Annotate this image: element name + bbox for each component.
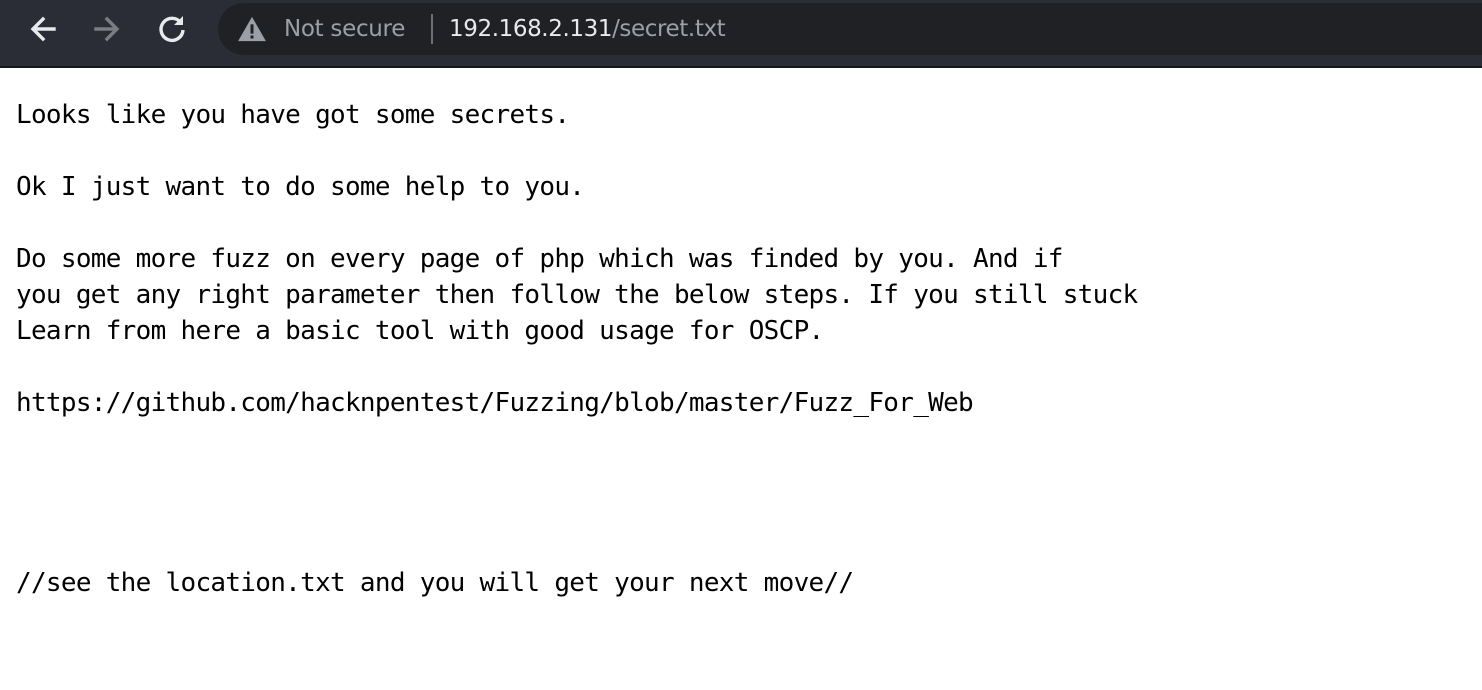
reload-button[interactable] [147,8,197,50]
back-button[interactable] [18,8,68,50]
forward-button[interactable] [82,8,132,50]
arrow-right-icon [94,16,120,42]
url-host: 192.168.2.131 [449,16,613,42]
url-text[interactable]: 192.168.2.131/secret.txt [449,14,726,44]
warning-triangle-icon[interactable] [236,16,268,42]
document-line: Ok I just want to do some help to you. [16,172,585,202]
reload-icon [159,16,185,43]
document-line: Do some more fuzz on every page of php w… [16,244,1063,274]
document-line: //see the location.txt and you will get … [16,568,854,598]
document-line [16,529,1466,565]
browser-toolbar: Not secure 192.168.2.131/secret.txt [0,0,1482,68]
document-line: https://github.com/hacknpentest/Fuzzing/… [16,388,974,418]
text-document: Looks like you have got some secrets. Ok … [16,97,1466,601]
document-line [16,493,1466,529]
address-separator [431,14,433,44]
address-bar[interactable]: Not secure 192.168.2.131/secret.txt [218,3,1482,55]
document-line: Looks like you have got some secrets. [16,100,570,130]
document-line [16,349,1466,385]
security-status-label[interactable]: Not secure [284,14,405,44]
document-line [16,421,1466,457]
document-line [16,457,1466,493]
document-line: Learn from here a basic tool with good u… [16,316,824,346]
url-path: /secret.txt [612,16,726,42]
document-line [16,205,1466,241]
document-line [16,133,1466,169]
document-line: you get any right parameter then follow … [16,280,1138,310]
arrow-left-icon [30,16,56,42]
